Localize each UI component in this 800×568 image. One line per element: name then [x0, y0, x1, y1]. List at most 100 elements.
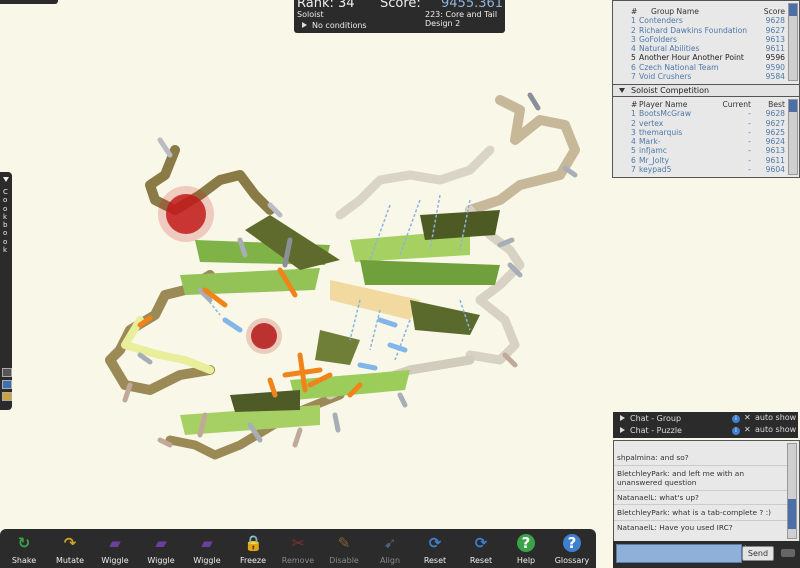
- group-row[interactable]: 6 Czech National Team 9590: [613, 63, 799, 72]
- tool-label: Wiggle: [147, 556, 175, 565]
- disable-icon: ✎: [337, 534, 351, 552]
- player-current: -: [748, 109, 751, 119]
- scroll-thumb[interactable]: [789, 4, 797, 16]
- player-row[interactable]: 2 vertex -9627: [613, 119, 799, 128]
- chat-input[interactable]: [616, 544, 742, 563]
- score-panel: Rank: 34 Score: 9455.361 Soloist 223: Co…: [294, 0, 505, 33]
- expand-arrow-icon: [620, 427, 625, 433]
- shake-button[interactable]: ↻ Shake: [4, 529, 44, 568]
- align-button[interactable]: ➹ Align: [370, 529, 410, 568]
- group-row[interactable]: 7 Void Crushers 9584: [613, 72, 799, 81]
- player-row[interactable]: 6 Mr_Jolty -9611: [613, 156, 799, 165]
- chat-scrollbar[interactable]: [787, 443, 797, 539]
- chat-message: NatanaelL: Have you used IRC?: [617, 523, 733, 532]
- toolbar: ↻ Shake ↷ Mutate ▰ Wiggle ▰ Wiggle ▰ Wiggle 🔒 Freez…: [0, 529, 596, 568]
- wiggle-backbone-icon: ▰: [155, 534, 167, 552]
- player-current: -: [748, 118, 751, 128]
- group-scores-panel: # Group Name Score 1 Contenders 9628 2 Richa…: [612, 0, 800, 85]
- cookbook-label: Cookbook: [3, 188, 8, 255]
- chat-options-icon[interactable]: [781, 549, 795, 557]
- glossary-button[interactable]: ? Glossary: [552, 529, 592, 568]
- player-best: 9624: [765, 137, 785, 147]
- close-icon[interactable]: ✕: [744, 413, 751, 422]
- group-name: Contenders: [639, 16, 683, 26]
- group-name: GoFolders: [639, 34, 677, 44]
- mutate-button[interactable]: ↷ Mutate: [50, 529, 90, 568]
- expand-arrow-icon: [620, 415, 625, 421]
- wiggle-sidechains-icon: ▰: [201, 534, 213, 552]
- wiggle-backbone-button[interactable]: ▰ Wiggle: [141, 529, 181, 568]
- auto-show-toggle[interactable]: auto show: [755, 425, 796, 434]
- expand-arrow-icon: [302, 22, 307, 28]
- group-row[interactable]: 2 Richard Dawkins Foundation 9627: [613, 26, 799, 35]
- recipe-icon[interactable]: [2, 392, 12, 401]
- player-best: 9604: [765, 165, 785, 175]
- player-current: -: [748, 127, 751, 137]
- wiggle-button[interactable]: ▰ Wiggle: [95, 529, 135, 568]
- scroll-thumb[interactable]: [789, 100, 797, 112]
- group-score: 9584: [765, 72, 785, 82]
- group-row[interactable]: 5 Another Hour Another Point 9596: [613, 53, 799, 62]
- tool-label: Reset: [423, 556, 447, 565]
- group-score: 9596: [765, 53, 785, 63]
- player-row[interactable]: 5 infjamc -9613: [613, 146, 799, 155]
- scroll-thumb[interactable]: [788, 499, 796, 529]
- tool-label: Shake: [11, 556, 37, 565]
- auto-show-toggle[interactable]: auto show: [755, 413, 796, 422]
- reset-button[interactable]: ⟳ Reset: [415, 529, 455, 568]
- conditions-toggle[interactable]: No conditions: [302, 21, 367, 30]
- cookbook-expand-icon: [3, 177, 9, 182]
- help-icon: ?: [517, 534, 535, 552]
- tool-label: Wiggle: [193, 556, 221, 565]
- group-row[interactable]: 4 Natural Abilities 9611: [613, 44, 799, 53]
- soloist-competition-title: Soloist Competition: [631, 86, 710, 95]
- help-button[interactable]: ? Help: [506, 529, 546, 568]
- remove-button[interactable]: ✂ Remove: [278, 529, 318, 568]
- player-name: infjamc: [639, 146, 667, 156]
- tool-label: Help: [516, 556, 536, 565]
- chat-message: BletchleyPark: and left me with an unans…: [617, 469, 745, 487]
- sheet-12: [230, 390, 300, 412]
- soloist-table-header: # Player Name Current Best: [631, 100, 785, 109]
- puzzle-title: 223: Core and Tail Design 2: [425, 10, 498, 28]
- send-button[interactable]: Send: [742, 546, 774, 561]
- loop-gray-top: [335, 145, 495, 220]
- group-scrollbar[interactable]: [788, 3, 798, 81]
- close-icon[interactable]: ✕: [744, 425, 751, 434]
- tool-label: Disable: [329, 556, 359, 565]
- player-row[interactable]: 7 keypad5-9604: [613, 165, 799, 174]
- reset-puzzle-button[interactable]: ⟳ Reset: [461, 529, 501, 568]
- soloist-scrollbar[interactable]: [788, 99, 798, 175]
- wiggle-sidechains-button[interactable]: ▰ Wiggle: [187, 529, 227, 568]
- player-current: -: [748, 146, 751, 156]
- player-name: Mark-: [639, 137, 661, 147]
- player-row[interactable]: 3 themarquis -9625: [613, 128, 799, 137]
- group-row[interactable]: 3 GoFolders 9613: [613, 35, 799, 44]
- mode-label: Soloist: [297, 10, 324, 19]
- tool-label: Remove: [281, 556, 315, 565]
- player-name: themarquis: [639, 127, 683, 137]
- freeze-button[interactable]: 🔒 Freeze: [233, 529, 273, 568]
- player-name: vertex: [639, 118, 664, 128]
- score-label: Score:: [380, 0, 421, 11]
- cookbook-panel[interactable]: Cookbook: [0, 172, 12, 410]
- folder-icon[interactable]: [2, 380, 12, 389]
- info-icon[interactable]: i: [732, 427, 740, 435]
- player-row[interactable]: 4 Mark- -9624: [613, 137, 799, 146]
- chat-tabs: Chat - Group i ✕ auto show Chat - Puzzle…: [613, 412, 798, 438]
- chat-tab-puzzle[interactable]: Chat - Puzzle: [620, 425, 682, 437]
- script-icon[interactable]: [2, 368, 12, 377]
- conditions-label: No conditions: [312, 21, 367, 30]
- group-score: 9628: [765, 16, 785, 26]
- info-icon[interactable]: i: [732, 415, 740, 423]
- reset-icon: ⟳: [428, 534, 442, 552]
- disable-button[interactable]: ✎ Disable: [324, 529, 364, 568]
- group-row[interactable]: 1 Contenders 9628: [613, 16, 799, 25]
- freeze-icon: 🔒: [244, 534, 263, 552]
- chat-log: shpalmina: and so? BletchleyPark: and le…: [613, 440, 800, 542]
- player-current: -: [748, 165, 751, 175]
- loop-left-yellow: [121, 316, 214, 374]
- chat-tab-group[interactable]: Chat - Group: [620, 413, 681, 425]
- player-row[interactable]: 1 BootsMcGraw -9628: [613, 109, 799, 118]
- player-current: -: [748, 155, 751, 165]
